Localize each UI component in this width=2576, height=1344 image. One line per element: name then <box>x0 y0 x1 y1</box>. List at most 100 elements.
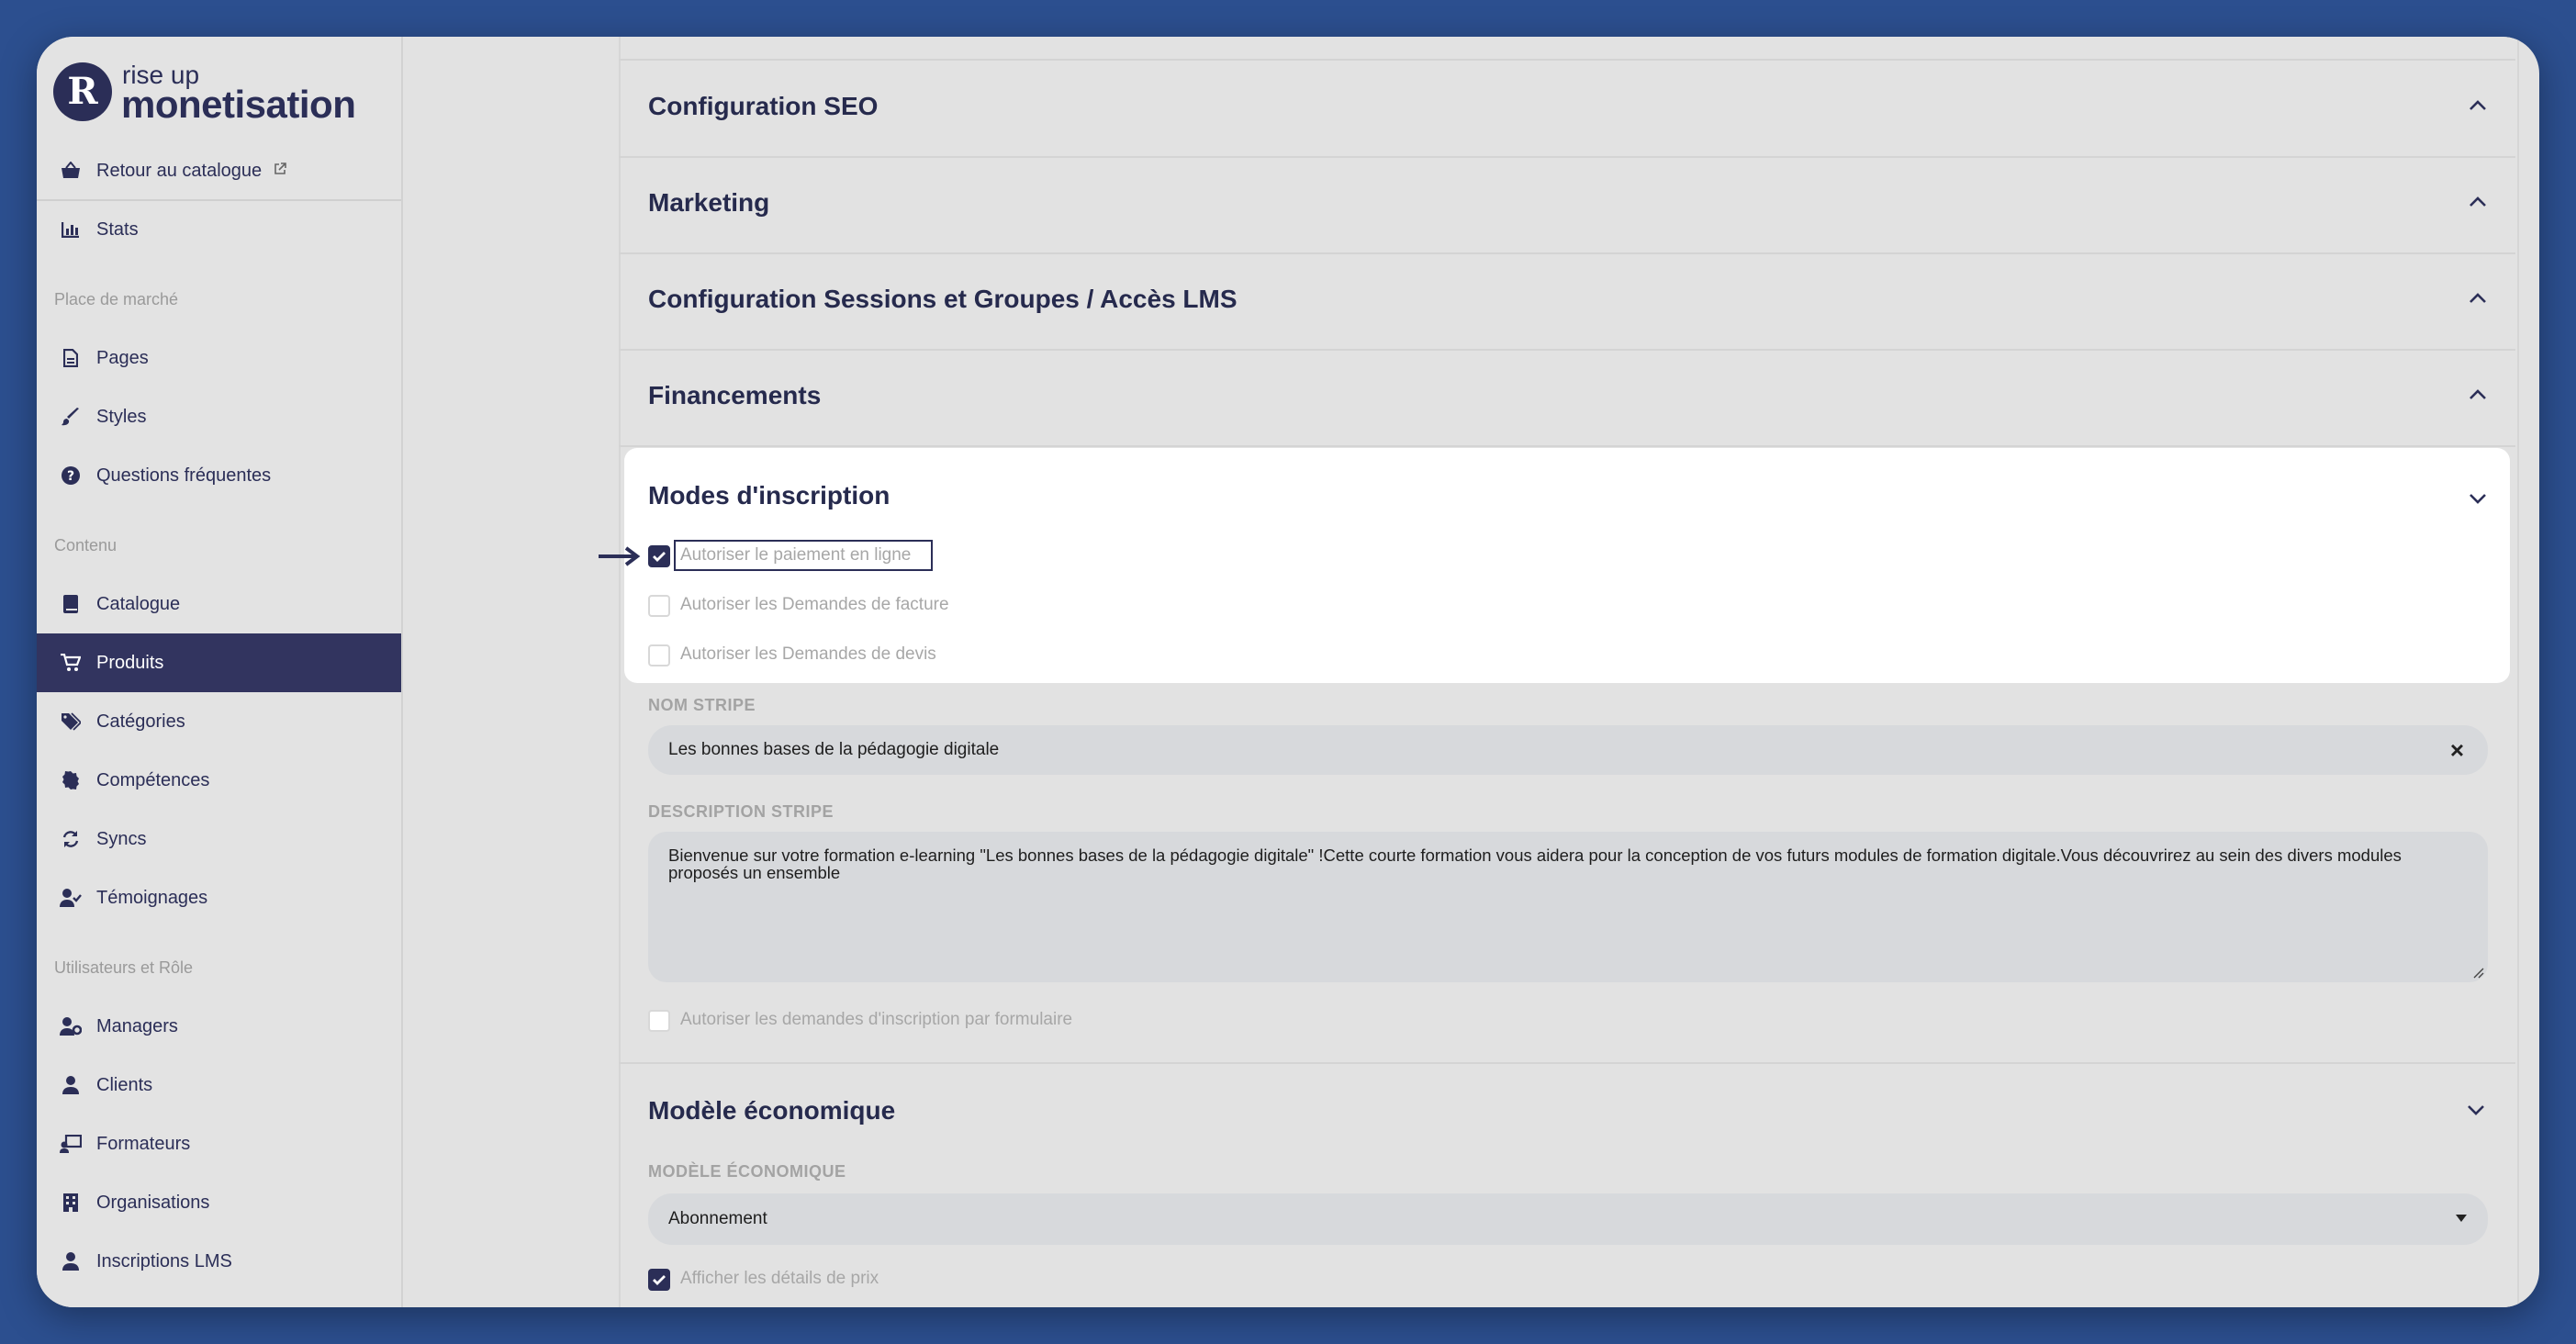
description-stripe-textarea[interactable]: Bienvenue sur votre formation e-learning… <box>648 832 2488 982</box>
accordion-title: Financements <box>648 381 822 409</box>
section-label-contenu: Contenu <box>54 536 118 554</box>
checkbox-demandes-formulaire[interactable] <box>648 1010 670 1032</box>
resize-handle-icon[interactable] <box>2471 966 2484 979</box>
chevron-down-icon[interactable] <box>2466 1100 2486 1120</box>
sidebar-item-label: Produits <box>96 652 164 673</box>
sidebar-item-managers[interactable]: Managers <box>37 997 401 1056</box>
arrow-right-icon <box>599 546 641 566</box>
option-label[interactable]: Afficher les détails de prix <box>680 1269 879 1289</box>
accordion-title: Configuration Sessions et Groupes / Accè… <box>648 285 1238 313</box>
app-window: R rise up monetisation Retour au catalog… <box>37 37 2539 1307</box>
logo-text-bottom: monetisation <box>121 83 356 126</box>
accordion-sessions[interactable]: Configuration Sessions et Groupes / Accè… <box>619 253 2515 351</box>
sidebar-item-styles[interactable]: Styles <box>37 387 401 446</box>
basket-icon <box>60 160 82 182</box>
chevron-up-icon[interactable] <box>2468 192 2488 212</box>
sidebar-item-formateurs[interactable]: Formateurs <box>37 1114 401 1173</box>
sidebar-item-label: Catalogue <box>96 593 181 614</box>
sidebar-item-stats[interactable]: Stats <box>37 200 401 259</box>
chevron-up-icon[interactable] <box>2468 288 2488 308</box>
chevron-up-icon[interactable] <box>2468 95 2488 116</box>
sidebar-item-label: Questions fréquentes <box>96 465 272 486</box>
sidebar-item-temoignages[interactable]: Témoignages <box>37 868 401 927</box>
section-label-place-de-marche: Place de marché <box>54 290 179 308</box>
checkbox-paiement-en-ligne[interactable] <box>648 545 670 567</box>
sidebar-item-label: Retour au catalogue <box>96 160 263 181</box>
sidebar-item-retour-catalogue[interactable]: Retour au catalogue <box>37 141 401 200</box>
sidebar-item-label: Styles <box>96 406 147 427</box>
description-stripe-value: Bienvenue sur votre formation e-learning… <box>668 846 2402 882</box>
building-icon <box>60 1192 82 1214</box>
sidebar-item-categories[interactable]: Catégories <box>37 692 401 751</box>
user-gear-icon <box>60 1015 82 1037</box>
selected-value: Abonnement <box>668 1209 767 1228</box>
book-icon <box>60 593 82 615</box>
logo-mark: R <box>53 62 112 121</box>
accordion-title: Marketing <box>648 188 770 217</box>
sidebar-item-label: Pages <box>96 347 149 368</box>
check-icon <box>653 552 666 562</box>
sidebar-item-pages[interactable]: Pages <box>37 329 401 387</box>
check-icon <box>653 1275 666 1285</box>
accordion-title-modele[interactable]: Modèle économique <box>648 1096 895 1126</box>
cart-icon <box>60 652 82 674</box>
user-icon <box>60 1074 82 1096</box>
sidebar-item-produits[interactable]: Produits <box>37 633 401 692</box>
clear-icon[interactable]: × <box>2450 736 2464 765</box>
sidebar-item-label: Témoignages <box>96 887 208 908</box>
sidebar-item-organisations[interactable]: Organisations <box>37 1173 401 1232</box>
sidebar-item-syncs[interactable]: Syncs <box>37 810 401 868</box>
chevron-down-icon[interactable] <box>2468 488 2488 509</box>
chevron-up-icon[interactable] <box>2468 385 2488 405</box>
sidebar-item-label: Inscriptions LMS <box>96 1250 232 1271</box>
checkbox-demandes-facture[interactable] <box>648 595 670 617</box>
option-label[interactable]: Autoriser le paiement en ligne <box>680 545 911 566</box>
sidebar-item-label: Managers <box>96 1015 178 1036</box>
sidebar-item-label: Formateurs <box>96 1133 191 1154</box>
caret-down-icon <box>2456 1215 2467 1222</box>
section-label-utilisateurs: Utilisateurs et Rôle <box>54 958 194 977</box>
checkbox-demandes-devis[interactable] <box>648 644 670 666</box>
option-label[interactable]: Autoriser les Demandes de devis <box>680 644 936 665</box>
external-link-icon <box>273 161 287 182</box>
sidebar: R rise up monetisation Retour au catalog… <box>37 37 403 1307</box>
modes-inscription-card: Modes d'inscription Autoriser le paiemen… <box>624 448 2510 683</box>
sidebar-item-catalogue[interactable]: Catalogue <box>37 575 401 633</box>
accordion-seo[interactable]: Configuration SEO <box>619 61 2515 158</box>
accordion-title: Configuration SEO <box>648 92 879 120</box>
sidebar-item-label: Organisations <box>96 1192 210 1213</box>
sidebar-item-label: Syncs <box>96 828 147 849</box>
tags-icon <box>60 711 82 733</box>
question-icon: ? <box>60 465 82 487</box>
nom-stripe-input[interactable]: Les bonnes bases de la pédagogie digital… <box>648 725 2488 775</box>
sidebar-item-label: Clients <box>96 1074 153 1095</box>
modele-economique-label: MODÈLE ÉCONOMIQUE <box>648 1162 846 1181</box>
user-icon <box>60 1250 82 1272</box>
option-label[interactable]: Autoriser les Demandes de facture <box>680 595 949 615</box>
sidebar-item-questions[interactable]: ? Questions fréquentes <box>37 446 401 505</box>
sidebar-item-label: Stats <box>96 218 139 240</box>
option-label[interactable]: Autoriser les demandes d'inscription par… <box>680 1010 1072 1030</box>
description-stripe-label: DESCRIPTION STRIPE <box>648 802 834 821</box>
modele-economique-select[interactable]: Abonnement <box>648 1193 2488 1245</box>
sidebar-item-label: Compétences <box>96 769 210 790</box>
accordion-marketing[interactable]: Marketing <box>619 157 2515 254</box>
badge-icon <box>60 769 82 791</box>
nom-stripe-value: Les bonnes bases de la pédagogie digital… <box>668 740 1000 759</box>
sync-icon <box>60 828 82 850</box>
brush-icon <box>60 406 82 428</box>
sidebar-item-label: Catégories <box>96 711 185 732</box>
chart-icon <box>60 218 82 241</box>
accordion-title: Modes d'inscription <box>648 481 890 510</box>
accordion-financements[interactable]: Financements <box>619 350 2515 447</box>
sidebar-item-inscriptions-lms[interactable]: Inscriptions LMS <box>37 1232 401 1291</box>
nom-stripe-label: NOM STRIPE <box>648 696 756 714</box>
sidebar-item-competences[interactable]: Compétences <box>37 751 401 810</box>
user-check-icon <box>60 887 82 909</box>
checkbox-afficher-prix[interactable] <box>648 1269 670 1291</box>
page-icon <box>60 347 82 369</box>
divider <box>619 1062 2515 1064</box>
teacher-icon <box>60 1133 82 1155</box>
sidebar-item-clients[interactable]: Clients <box>37 1056 401 1114</box>
svg-text:?: ? <box>67 469 74 484</box>
